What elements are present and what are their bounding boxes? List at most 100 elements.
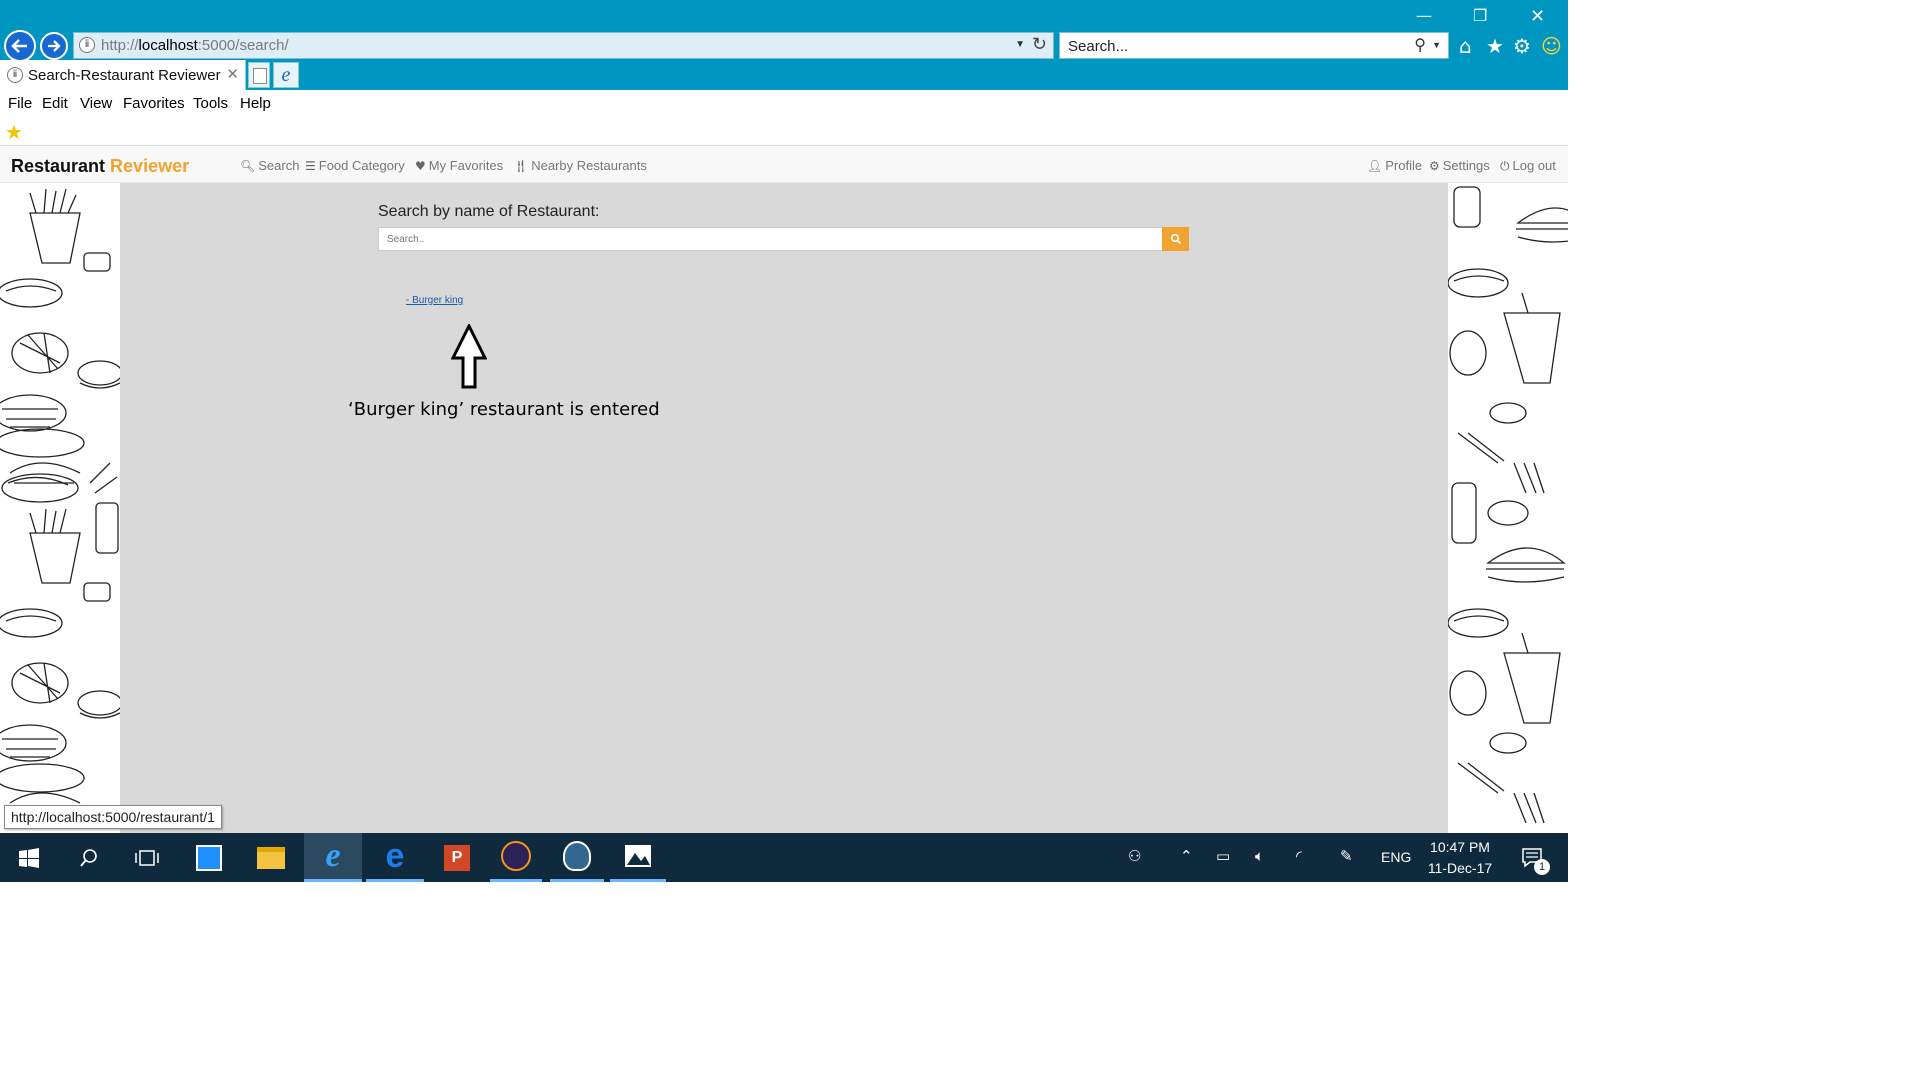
photos-icon [625, 845, 651, 867]
result-link-burger-king[interactable]: - Burger king [406, 295, 463, 306]
tab-search-restaurant[interactable]: ⅱ Search-Restaurant Reviewer ✕ [0, 60, 246, 90]
internet-explorer-icon: e [325, 837, 341, 874]
taskbar-file-explorer[interactable] [242, 833, 300, 882]
smiley-feedback-icon[interactable]: ☺ [1541, 34, 1562, 58]
tab-row: ⅱ Search-Restaurant Reviewer ✕ e [0, 60, 1568, 90]
nav-my-favorites[interactable]: ♥ My Favorites [415, 158, 503, 173]
volume-icon[interactable]: 🔈︎ [1255, 847, 1264, 865]
language-indicator[interactable]: ENG [1381, 849, 1411, 865]
nav-my-favorites-label: My Favorites [428, 158, 504, 173]
food-doodle-left-image [0, 183, 120, 833]
cortana-search-button[interactable] [60, 833, 118, 882]
menu-view[interactable]: View [80, 95, 112, 112]
home-icon[interactable]: ⌂ [1459, 34, 1472, 58]
menu-help[interactable]: Help [240, 95, 271, 112]
nav-logout[interactable]: ⏻ Log out [1500, 158, 1556, 174]
cog-icon: ⚙ [1429, 159, 1440, 173]
powerpoint-icon: P [444, 844, 470, 871]
heart-icon: ♥ [415, 159, 426, 173]
nav-search-label: Search [258, 158, 300, 173]
clock-time: 10:47 PM [1430, 839, 1490, 855]
menu-edit[interactable]: Edit [42, 95, 68, 112]
annotation-arrow-up-icon [451, 324, 487, 389]
battery-icon[interactable]: ▭ [1216, 847, 1230, 865]
task-view-button[interactable] [118, 833, 176, 882]
search-submit-button[interactable] [1162, 227, 1189, 251]
refresh-icon[interactable]: ↻ [1032, 34, 1047, 55]
add-favorite-star-icon[interactable]: ★ [5, 120, 23, 144]
taskbar-edge[interactable]: e [366, 833, 424, 882]
url-host: localhost [138, 37, 198, 54]
action-center-button[interactable]: 1 [1506, 833, 1562, 882]
nav-profile[interactable]: 👤︎ Profile [1367, 158, 1422, 173]
wifi-icon[interactable]: ◜ [1296, 847, 1302, 865]
brand-main: Restaurant [11, 156, 106, 176]
site-brand[interactable]: Restaurant Reviewer [11, 156, 189, 177]
search-icon [80, 848, 97, 867]
restaurant-search-field[interactable] [378, 227, 1163, 251]
taskbar-clock[interactable]: 10:47 PM 11-Dec-17 [1420, 837, 1500, 879]
menu-bar: File Edit View Favorites Tools Help [0, 90, 1568, 118]
tools-gear-icon[interactable]: ⚙ [1513, 34, 1531, 58]
nav-search[interactable]: 🔍︎ Search [240, 158, 299, 173]
back-button[interactable] [4, 30, 36, 62]
search-dropdown-icon[interactable]: ▼ [1432, 40, 1441, 50]
search-icon: 🔍︎ [240, 159, 256, 173]
nav-settings[interactable]: ⚙ Settings [1429, 158, 1490, 173]
taskbar-app-store[interactable] [180, 833, 238, 882]
eclipse-icon [501, 841, 531, 871]
start-button[interactable] [0, 833, 58, 882]
ie-tab-icon[interactable]: e [273, 62, 299, 88]
nav-nearby-label: Nearby Restaurants [531, 158, 647, 173]
clock-date: 11-Dec-17 [1427, 860, 1493, 876]
new-tab-button[interactable] [248, 62, 270, 88]
search-icon [1170, 233, 1181, 245]
address-dropdown-icon[interactable]: ▼ [1015, 39, 1025, 50]
menu-file[interactable]: File [8, 95, 32, 112]
nav-logout-label: Log out [1512, 158, 1556, 173]
restore-icon[interactable]: ❐ [1473, 6, 1487, 25]
windows-logo-icon [19, 847, 39, 868]
address-url[interactable]: http://localhost:5000/search/ [101, 37, 289, 54]
arrow-right-icon [48, 40, 61, 52]
page-content: Search by name of Restaurant: - Burger k… [0, 183, 1568, 833]
favorites-bar: ★ [0, 118, 1568, 146]
nav-food-category[interactable]: ☰ Food Category [305, 158, 405, 173]
search-label: Search by name of Restaurant: [378, 203, 600, 220]
folder-icon [257, 846, 285, 869]
minimize-icon[interactable]: — [1416, 6, 1432, 25]
food-doodle-right-image [1448, 183, 1568, 833]
browser-search-box[interactable]: Search... ⚲ ▼ [1059, 32, 1449, 59]
notification-count-badge: 1 [1534, 859, 1550, 875]
tab-close-icon[interactable]: ✕ [226, 65, 239, 83]
favorites-star-icon[interactable]: ★ [1486, 34, 1504, 58]
taskbar-internet-explorer[interactable]: e [304, 833, 362, 882]
menu-favorites[interactable]: Favorites [123, 95, 185, 112]
tab-favicon-icon: ⅱ [7, 67, 23, 83]
nav-profile-label: Profile [1385, 158, 1423, 173]
power-icon: ⏻ [1500, 159, 1510, 173]
nav-settings-label: Settings [1442, 158, 1490, 173]
menu-tools[interactable]: Tools [193, 95, 228, 112]
close-window-icon[interactable]: ✕ [1530, 6, 1545, 27]
taskbar-powerpoint[interactable]: P [428, 833, 486, 882]
store-app-icon [196, 844, 222, 871]
taskbar-pgadmin[interactable] [550, 833, 604, 882]
nav-food-category-label: Food Category [318, 158, 405, 173]
address-bar[interactable]: ⅱ http://localhost:5000/search/ ▼ ↻ [73, 32, 1054, 59]
url-protocol: http:// [101, 37, 139, 54]
status-url-tooltip: http://localhost:5000/restaurant/1 [4, 805, 222, 829]
site-navbar: Restaurant Reviewer 🔍︎ Search ☰ Food Categ… [0, 147, 1568, 183]
restaurant-search-input[interactable] [379, 228, 1162, 250]
forward-button[interactable] [40, 32, 68, 60]
site-favicon-icon: ⅱ [79, 37, 95, 53]
show-hidden-icons-chevron-up-icon[interactable]: ⌃ [1180, 847, 1193, 865]
pen-icon[interactable]: ✎ [1340, 847, 1353, 865]
taskbar-photos[interactable] [610, 833, 666, 882]
windows-taskbar: e e P ⚇ ⌃ ▭ 🔈︎ ◜ ✎ ENG 10:47 PM 11-Dec-1… [0, 833, 1568, 882]
people-icon[interactable]: ⚇ [1128, 847, 1141, 865]
taskbar-eclipse[interactable] [490, 833, 542, 882]
nav-nearby-restaurants[interactable]: 🍴︎ Nearby Restaurants [513, 158, 647, 173]
search-icon[interactable]: ⚲ [1414, 35, 1426, 55]
browser-titlebar: ⅱ http://localhost:5000/search/ ▼ ↻ Sear… [0, 0, 1568, 62]
